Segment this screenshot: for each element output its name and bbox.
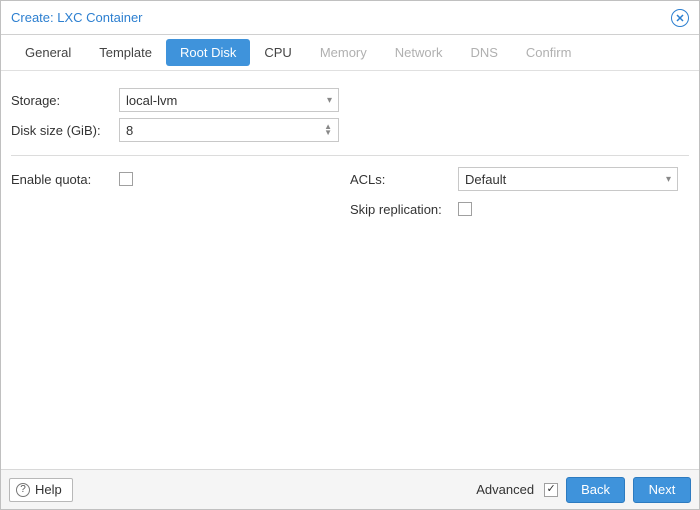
footer: ? Help Advanced Back Next [1, 469, 699, 509]
tab-memory: Memory [306, 39, 381, 66]
tab-template[interactable]: Template [85, 39, 166, 66]
skip-replication-checkbox[interactable] [458, 202, 472, 216]
back-button[interactable]: Back [566, 477, 625, 503]
enable-quota-checkbox[interactable] [119, 172, 133, 186]
tab-root-disk[interactable]: Root Disk [166, 39, 250, 66]
tab-network: Network [381, 39, 457, 66]
enable-quota-label: Enable quota: [11, 172, 119, 187]
advanced-checkbox[interactable] [544, 483, 558, 497]
next-button[interactable]: Next [633, 477, 691, 503]
help-button[interactable]: ? Help [9, 478, 73, 502]
tab-confirm: Confirm [512, 39, 586, 66]
storage-label: Storage: [11, 93, 119, 108]
tab-cpu[interactable]: CPU [250, 39, 305, 66]
close-button[interactable] [671, 9, 689, 27]
form-body: Storage: local-lvm ▾ Disk size (GiB): 8 … [1, 71, 699, 469]
tab-dns: DNS [456, 39, 511, 66]
acls-select[interactable]: Default ▾ [458, 167, 678, 191]
acls-value: Default [465, 172, 506, 187]
tab-bar: General Template Root Disk CPU Memory Ne… [1, 35, 699, 71]
dialog-window: Create: LXC Container General Template R… [0, 0, 700, 510]
disksize-label: Disk size (GiB): [11, 123, 119, 138]
skip-replication-label: Skip replication: [350, 202, 458, 217]
footer-right: Advanced Back Next [476, 477, 691, 503]
disksize-value: 8 [126, 123, 133, 138]
storage-value: local-lvm [126, 93, 177, 108]
dialog-title: Create: LXC Container [11, 10, 143, 25]
disksize-input[interactable]: 8 ▲▼ [119, 118, 339, 142]
chevron-down-icon: ▾ [327, 95, 332, 106]
advanced-label: Advanced [476, 482, 534, 497]
close-icon [675, 13, 685, 23]
storage-select[interactable]: local-lvm ▾ [119, 88, 339, 112]
titlebar: Create: LXC Container [1, 1, 699, 35]
help-icon: ? [16, 483, 30, 497]
spinner-icon: ▲▼ [324, 124, 332, 136]
acls-label: ACLs: [350, 172, 458, 187]
help-label: Help [35, 482, 62, 497]
section-divider [11, 155, 689, 156]
chevron-down-icon: ▾ [666, 174, 671, 185]
tab-general[interactable]: General [11, 39, 85, 66]
